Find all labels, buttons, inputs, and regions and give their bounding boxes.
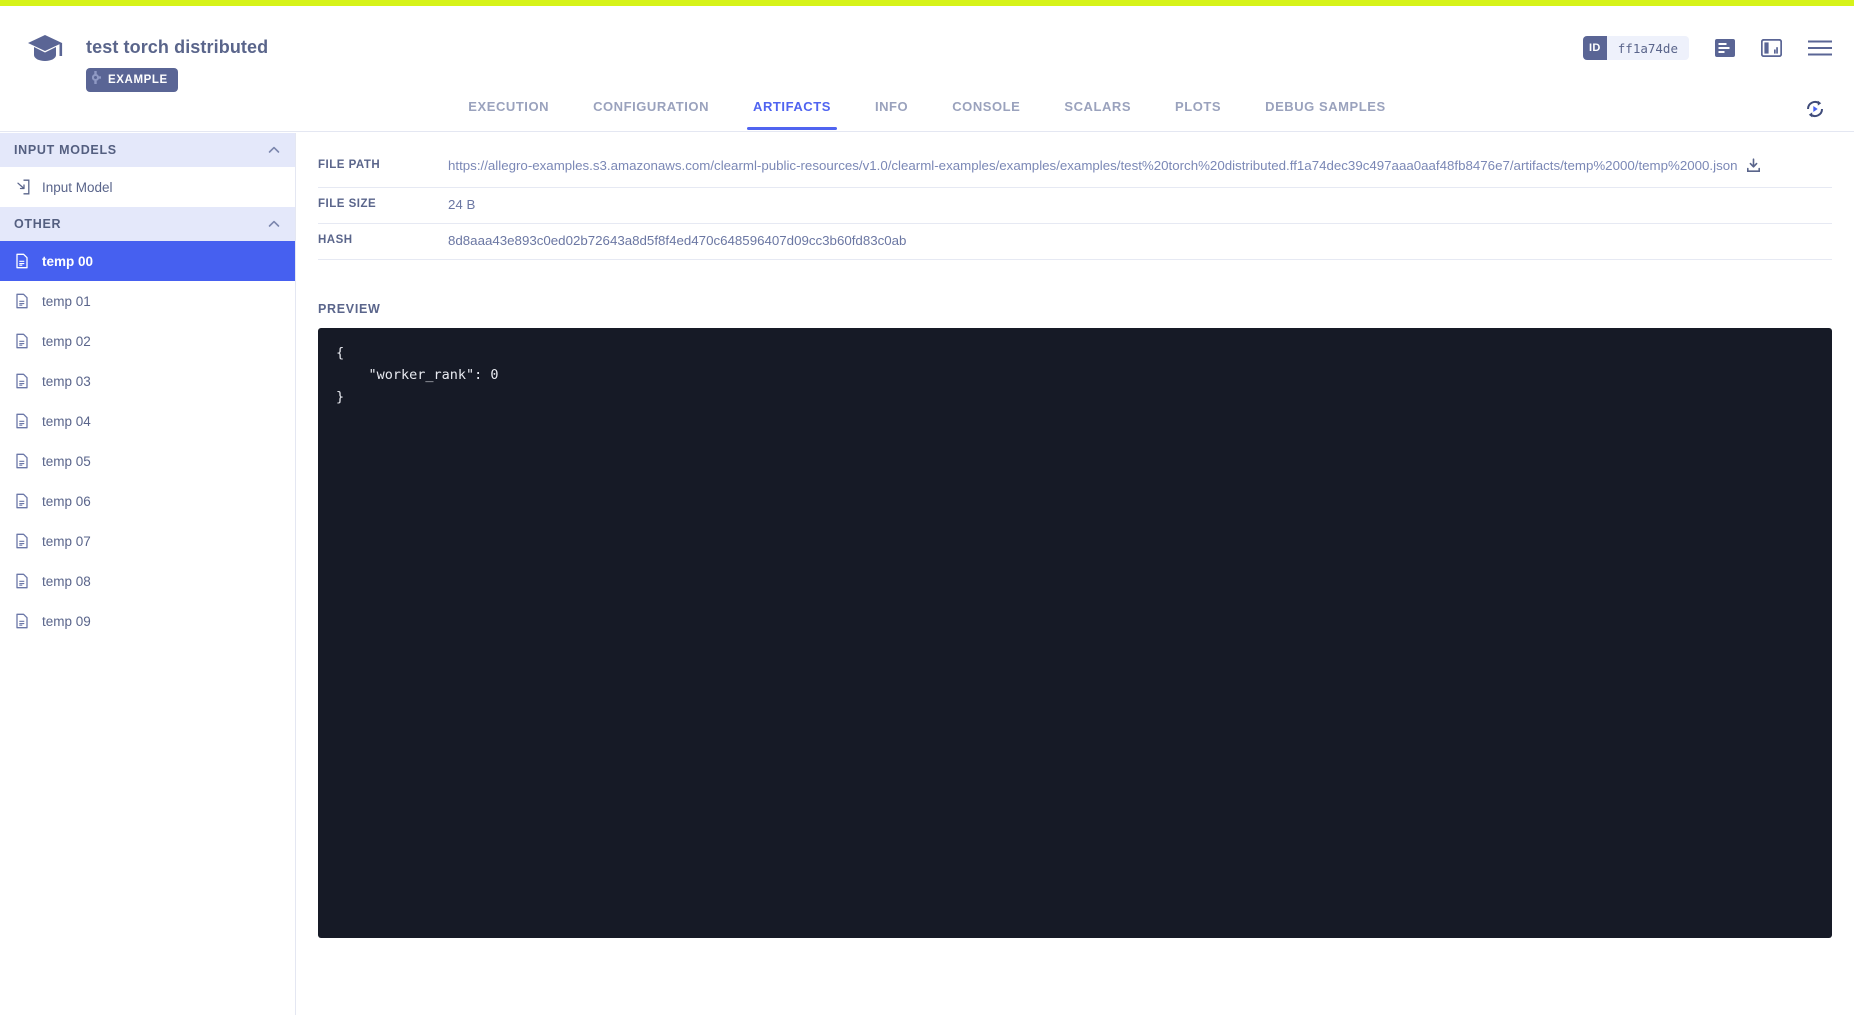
sidebar-item-label: Input Model <box>42 179 113 195</box>
sidebar-section-other[interactable]: OTHER <box>0 207 295 241</box>
sidebar-item-label: temp 00 <box>42 253 94 269</box>
sidebar-item-label: temp 07 <box>42 533 91 549</box>
sidebar-item-label: temp 06 <box>42 493 91 509</box>
sidebar-item-label: temp 08 <box>42 573 91 589</box>
tab-info[interactable]: INFO <box>853 85 930 130</box>
artifact-detail-panel: FILE PATH https://allegro-examples.s3.am… <box>296 133 1854 1015</box>
sidebar-item-temp-00[interactable]: temp 00 <box>0 241 295 281</box>
task-id-tag: ID <box>1582 36 1607 60</box>
page-title: test torch distributed <box>86 37 269 57</box>
tab-scalars[interactable]: SCALARS <box>1042 85 1153 130</box>
task-id-badge[interactable]: ID ff1a74de <box>1582 36 1689 60</box>
file-icon <box>14 453 30 469</box>
artifacts-sidebar: INPUT MODELS Input Model OTHER temp 00 t… <box>0 133 296 1015</box>
metadata-key: FILE PATH <box>318 159 381 171</box>
tab-bar: EXECUTION CONFIGURATION ARTIFACTS INFO C… <box>0 84 1854 132</box>
hamburger-menu-icon[interactable] <box>1808 40 1832 56</box>
sidebar-item-label: temp 02 <box>42 333 91 349</box>
sidebar-item-temp-03[interactable]: temp 03 <box>0 361 295 401</box>
file-icon <box>14 573 30 589</box>
sidebar-item-temp-01[interactable]: temp 01 <box>0 281 295 321</box>
file-icon <box>14 253 30 269</box>
sidebar-item-label: temp 05 <box>42 453 91 469</box>
chevron-up-icon[interactable] <box>267 143 281 157</box>
sidebar-item-label: temp 09 <box>42 613 91 629</box>
sidebar-item-temp-04[interactable]: temp 04 <box>0 401 295 441</box>
tab-execution[interactable]: EXECUTION <box>446 85 571 130</box>
tab-console[interactable]: CONSOLE <box>930 85 1042 130</box>
sidebar-section-title: OTHER <box>14 217 62 231</box>
metadata-row-file-size: FILE SIZE 24 B <box>318 188 1832 224</box>
tab-configuration[interactable]: CONFIGURATION <box>571 85 731 130</box>
graduation-cap-icon <box>24 28 66 70</box>
header-actions: ID ff1a74de <box>1582 36 1832 60</box>
sidebar-item-input-model[interactable]: Input Model <box>0 167 295 207</box>
metadata-value: https://allegro-examples.s3.amazonaws.co… <box>448 155 1832 179</box>
metadata-row-hash: HASH 8d8aaa43e893c0ed02b72643a8d5f8f4ed4… <box>318 224 1832 260</box>
sidebar-item-temp-05[interactable]: temp 05 <box>0 441 295 481</box>
file-icon <box>14 533 30 549</box>
sidebar-section-input-models[interactable]: INPUT MODELS <box>0 133 295 167</box>
tab-plots[interactable]: PLOTS <box>1153 85 1243 130</box>
file-icon <box>14 413 30 429</box>
chevron-up-icon[interactable] <box>267 217 281 231</box>
file-icon <box>14 293 30 309</box>
sidebar-item-label: temp 04 <box>42 413 91 429</box>
file-icon <box>14 373 30 389</box>
task-id-value: ff1a74de <box>1617 40 1678 56</box>
sidebar-item-label: temp 01 <box>42 293 91 309</box>
metadata-value: 24 B <box>448 197 476 212</box>
metadata-key: FILE SIZE <box>318 198 377 210</box>
tabs: EXECUTION CONFIGURATION ARTIFACTS INFO C… <box>446 85 1407 130</box>
log-view-icon[interactable] <box>1715 39 1735 57</box>
preview-label: PREVIEW <box>318 302 381 316</box>
brand: test torch distributed EXAMPLE <box>24 28 268 92</box>
sidebar-item-temp-09[interactable]: temp 09 <box>0 601 295 641</box>
split-panel-icon[interactable] <box>1761 39 1782 57</box>
metadata-value: 8d8aaa43e893c0ed02b72643a8d5f8f4ed470c64… <box>448 233 907 248</box>
sidebar-item-temp-08[interactable]: temp 08 <box>0 561 295 601</box>
metadata-row-file-path: FILE PATH https://allegro-examples.s3.am… <box>318 149 1832 188</box>
tab-debug-samples[interactable]: DEBUG SAMPLES <box>1243 85 1408 130</box>
model-input-icon <box>14 179 30 195</box>
preview-code-block: { "worker_rank": 0 } <box>318 328 1832 938</box>
sidebar-section-title: INPUT MODELS <box>14 143 117 157</box>
file-path-link[interactable]: https://allegro-examples.s3.amazonaws.co… <box>448 158 1738 173</box>
file-icon <box>14 613 30 629</box>
download-icon[interactable] <box>1746 158 1761 179</box>
file-icon <box>14 493 30 509</box>
auto-refresh-icon[interactable] <box>1800 94 1830 124</box>
metadata-key: HASH <box>318 234 353 246</box>
sidebar-item-temp-07[interactable]: temp 07 <box>0 521 295 561</box>
sidebar-item-temp-02[interactable]: temp 02 <box>0 321 295 361</box>
tab-artifacts[interactable]: ARTIFACTS <box>731 85 853 130</box>
artifact-metadata: FILE PATH https://allegro-examples.s3.am… <box>296 133 1854 260</box>
sidebar-item-label: temp 03 <box>42 373 91 389</box>
sidebar-item-temp-06[interactable]: temp 06 <box>0 481 295 521</box>
file-icon <box>14 333 30 349</box>
preview-section: PREVIEW { "worker_rank": 0 } <box>296 260 1854 938</box>
